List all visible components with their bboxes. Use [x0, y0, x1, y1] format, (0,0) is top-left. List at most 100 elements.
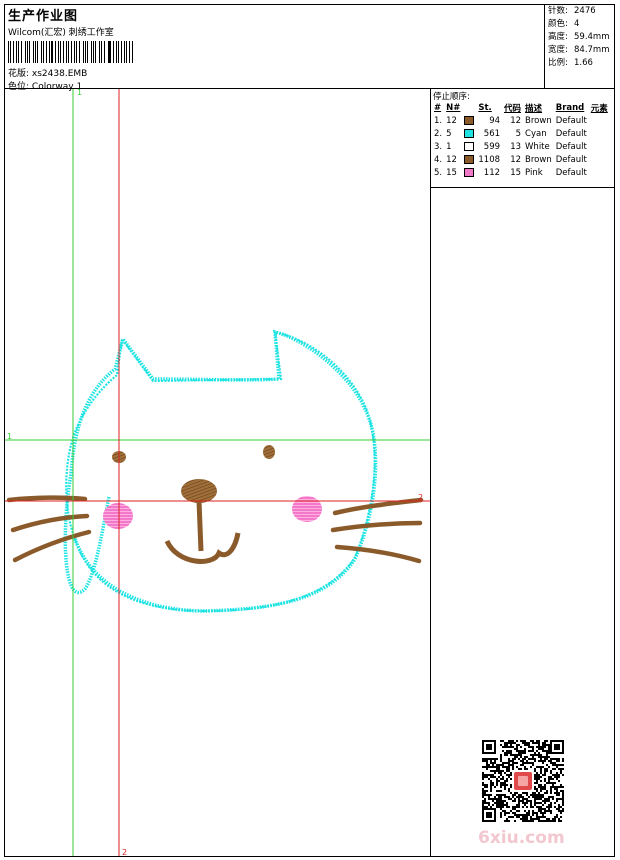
barcode	[8, 41, 134, 63]
barcode-bar	[34, 41, 36, 63]
barcode-bar	[120, 41, 122, 63]
barcode-bar	[74, 41, 76, 63]
row-index: 2.	[434, 128, 443, 139]
row-needle: 15	[446, 167, 457, 178]
row-element	[589, 127, 610, 140]
nose	[181, 479, 217, 503]
guide-label-h-red: 2	[418, 493, 423, 502]
barcode-bar	[109, 41, 111, 63]
barcode-bar	[58, 41, 60, 63]
row-brand: Default	[555, 128, 587, 139]
stat-width: 宽度: 84.7mm	[545, 44, 614, 57]
barcode-bar	[12, 41, 14, 63]
stat-scale: 比例: 1.66	[545, 57, 614, 70]
barcode-bar	[8, 41, 10, 63]
design-value: xs2438.EMB	[31, 69, 88, 79]
row-swatch	[462, 166, 476, 179]
barcode-bar	[91, 41, 92, 63]
barcode-bar	[20, 41, 23, 63]
guide-label-v-green: 1	[77, 89, 82, 97]
right-cheek	[292, 496, 322, 522]
row-code: 12	[510, 154, 522, 165]
row-brand: Default	[555, 167, 587, 178]
barcode-bar	[66, 41, 68, 63]
barcode-bar	[18, 41, 19, 63]
row-index: 3.	[434, 141, 443, 152]
stop-sequence-table: # N# St. 代码 描述 Brand 元素 1. 12 94 12 Brown Def…	[432, 101, 610, 179]
barcode-bar	[41, 41, 43, 63]
color-swatch	[464, 141, 475, 151]
stat-label: 高度:	[548, 32, 568, 42]
table-row: 5. 15 112 15 Pink Default	[432, 166, 610, 179]
barcode-bar	[76, 41, 77, 63]
row-brand: Default	[555, 115, 587, 126]
qr-code-image	[482, 740, 568, 826]
stat-colors: 颜色: 4	[545, 18, 614, 31]
row-stitches: 561	[483, 128, 501, 139]
barcode-bar	[112, 41, 114, 63]
barcode-bar	[107, 41, 109, 63]
barcode-bar	[49, 41, 50, 63]
barcode-bar	[128, 41, 130, 63]
row-element	[589, 153, 610, 166]
col-needle: N#	[446, 102, 461, 113]
color-swatch	[464, 128, 475, 138]
embroidery-drawing: 1 1 2 2	[5, 89, 430, 856]
barcode-bar	[84, 41, 86, 63]
color-swatch	[464, 115, 475, 125]
row-code: 12	[510, 115, 522, 126]
stat-label: 比例:	[548, 58, 568, 68]
row-stitches: 112	[483, 167, 501, 178]
header-info: 生产作业图 Wilcom(汇宏) 刺绣工作室 花版: xs2438.EMB 色位…	[5, 5, 545, 92]
color-swatch	[464, 154, 475, 164]
barcode-bar	[60, 41, 61, 63]
col-brand: Brand	[555, 102, 585, 113]
page-title: 生产作业图	[8, 9, 79, 24]
row-element	[589, 140, 610, 153]
row-element	[589, 166, 610, 179]
stop-sequence-panel: 停止顺序: # N# St. 代码 描述 Brand 元素 1. 12 94 12 Br…	[431, 89, 614, 188]
table-row: 1. 12 94 12 Brown Default	[432, 114, 610, 127]
barcode-bar	[54, 41, 56, 63]
row-swatch	[462, 140, 476, 153]
row-desc: Brown	[525, 154, 552, 165]
right-whiskers	[330, 497, 424, 564]
col-stitches: St.	[478, 102, 492, 113]
row-brand: Default	[555, 141, 587, 152]
row-brand: Default	[555, 154, 587, 165]
barcode-bar	[33, 41, 34, 63]
row-stitches: 94	[489, 115, 501, 126]
company-name: Wilcom(汇宏) 刺绣工作室	[8, 28, 114, 38]
stat-label: 宽度:	[548, 45, 568, 55]
barcode-bar	[68, 41, 69, 63]
stat-value: 59.4mm	[574, 32, 610, 42]
barcode-bar	[26, 41, 28, 63]
barcode-bar	[99, 41, 100, 63]
design-label: 花版:	[8, 69, 30, 79]
right-eye	[263, 445, 275, 459]
table-header-row: # N# St. 代码 描述 Brand 元素	[432, 101, 610, 114]
row-element	[589, 114, 610, 127]
barcode-bar	[50, 41, 53, 63]
col-swatch	[462, 101, 476, 114]
row-desc: White	[525, 141, 550, 152]
barcode-bar	[70, 41, 72, 63]
barcode-bar	[124, 41, 125, 63]
design-name: 花版: xs2438.EMB	[8, 66, 87, 79]
left-whiskers	[6, 495, 92, 563]
row-swatch	[462, 114, 476, 127]
qr-code	[482, 740, 568, 826]
barcode-bar	[125, 41, 127, 63]
barcode-bar	[78, 41, 81, 63]
mouth-line	[196, 500, 204, 552]
table-row: 2. 5 561 5 Cyan Default	[432, 127, 610, 140]
row-needle: 12	[446, 115, 457, 126]
barcode-bar	[16, 41, 18, 63]
col-element: 元素	[590, 103, 608, 114]
col-code: 代码	[504, 103, 522, 114]
row-needle: 5	[446, 128, 452, 139]
barcode-bar	[92, 41, 94, 63]
barcode-bar	[45, 41, 47, 63]
barcode-bar	[132, 41, 133, 63]
barcode-bar	[37, 41, 39, 63]
